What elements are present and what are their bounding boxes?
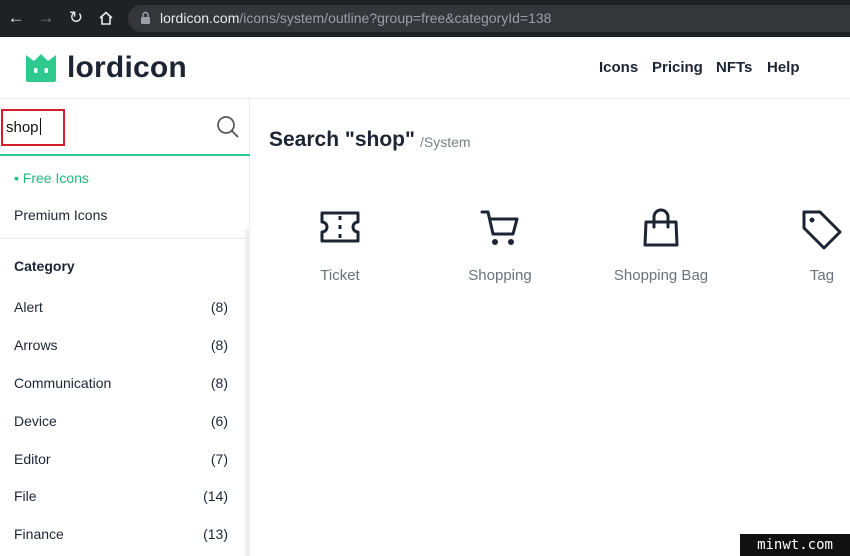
category-item-device[interactable]: Device (6) [14,411,228,431]
result-card-ticket[interactable]: Ticket [270,200,410,300]
tag-icon [802,210,842,250]
category-item-file[interactable]: File (14) [14,486,228,506]
sidebar-scrollbar[interactable] [245,229,250,556]
category-heading: Category [14,258,75,274]
category-item-communication[interactable]: Communication (8) [14,373,228,393]
sidebar: shop • Free Icons Premium Icons Category… [0,99,250,556]
shopping-cart-icon [480,210,519,245]
result-label: Tag [809,267,835,284]
browser-toolbar: ← → ↻ lordicon.com/icons/system/outline?… [0,0,850,37]
search-box: shop [0,99,250,156]
lock-icon [141,11,150,24]
site-header: lordicon Icons Pricing NFTs Help [0,37,850,99]
filter-free-icons[interactable]: • Free Icons [14,169,89,187]
back-arrow-icon[interactable]: ← [6,8,26,28]
search-input[interactable]: shop [1,109,65,146]
result-label: Shopping Bag [613,267,709,284]
watermark: minwt.com [740,534,850,556]
result-card-tag[interactable]: Tag [752,200,850,300]
category-item-arrows[interactable]: Arrows (8) [14,335,228,355]
url-text[interactable]: lordicon.com/icons/system/outline?group=… [160,10,551,27]
ticket-icon [320,211,360,243]
reload-icon[interactable]: ↻ [66,8,86,28]
shopping-bag-icon [643,208,679,247]
divider [0,238,250,239]
text-cursor [39,118,41,135]
category-item-finance[interactable]: Finance (13) [14,524,228,544]
category-path: /System [420,134,471,150]
forward-arrow-icon[interactable]: → [36,8,56,28]
site-logo-text[interactable]: lordicon [67,51,187,85]
nav-nfts-link[interactable]: NFTs [716,59,752,77]
result-label: Shopping [468,267,532,284]
crown-logo-icon[interactable] [25,53,57,83]
nav-icons-link[interactable]: Icons [599,59,638,77]
search-icon[interactable] [216,115,239,138]
result-card-shopping[interactable]: Shopping [430,200,570,300]
category-item-alert[interactable]: Alert (8) [14,297,228,317]
nav-pricing-link[interactable]: Pricing [652,59,703,77]
filter-premium-icons[interactable]: Premium Icons [14,206,107,224]
home-icon[interactable] [96,8,116,28]
category-item-editor[interactable]: Editor (7) [14,449,228,469]
search-results-title: Search "shop" [269,128,415,151]
nav-help-link[interactable]: Help [767,59,800,77]
result-label: Ticket [320,267,360,284]
result-card-shopping-bag[interactable]: Shopping Bag [591,200,731,300]
